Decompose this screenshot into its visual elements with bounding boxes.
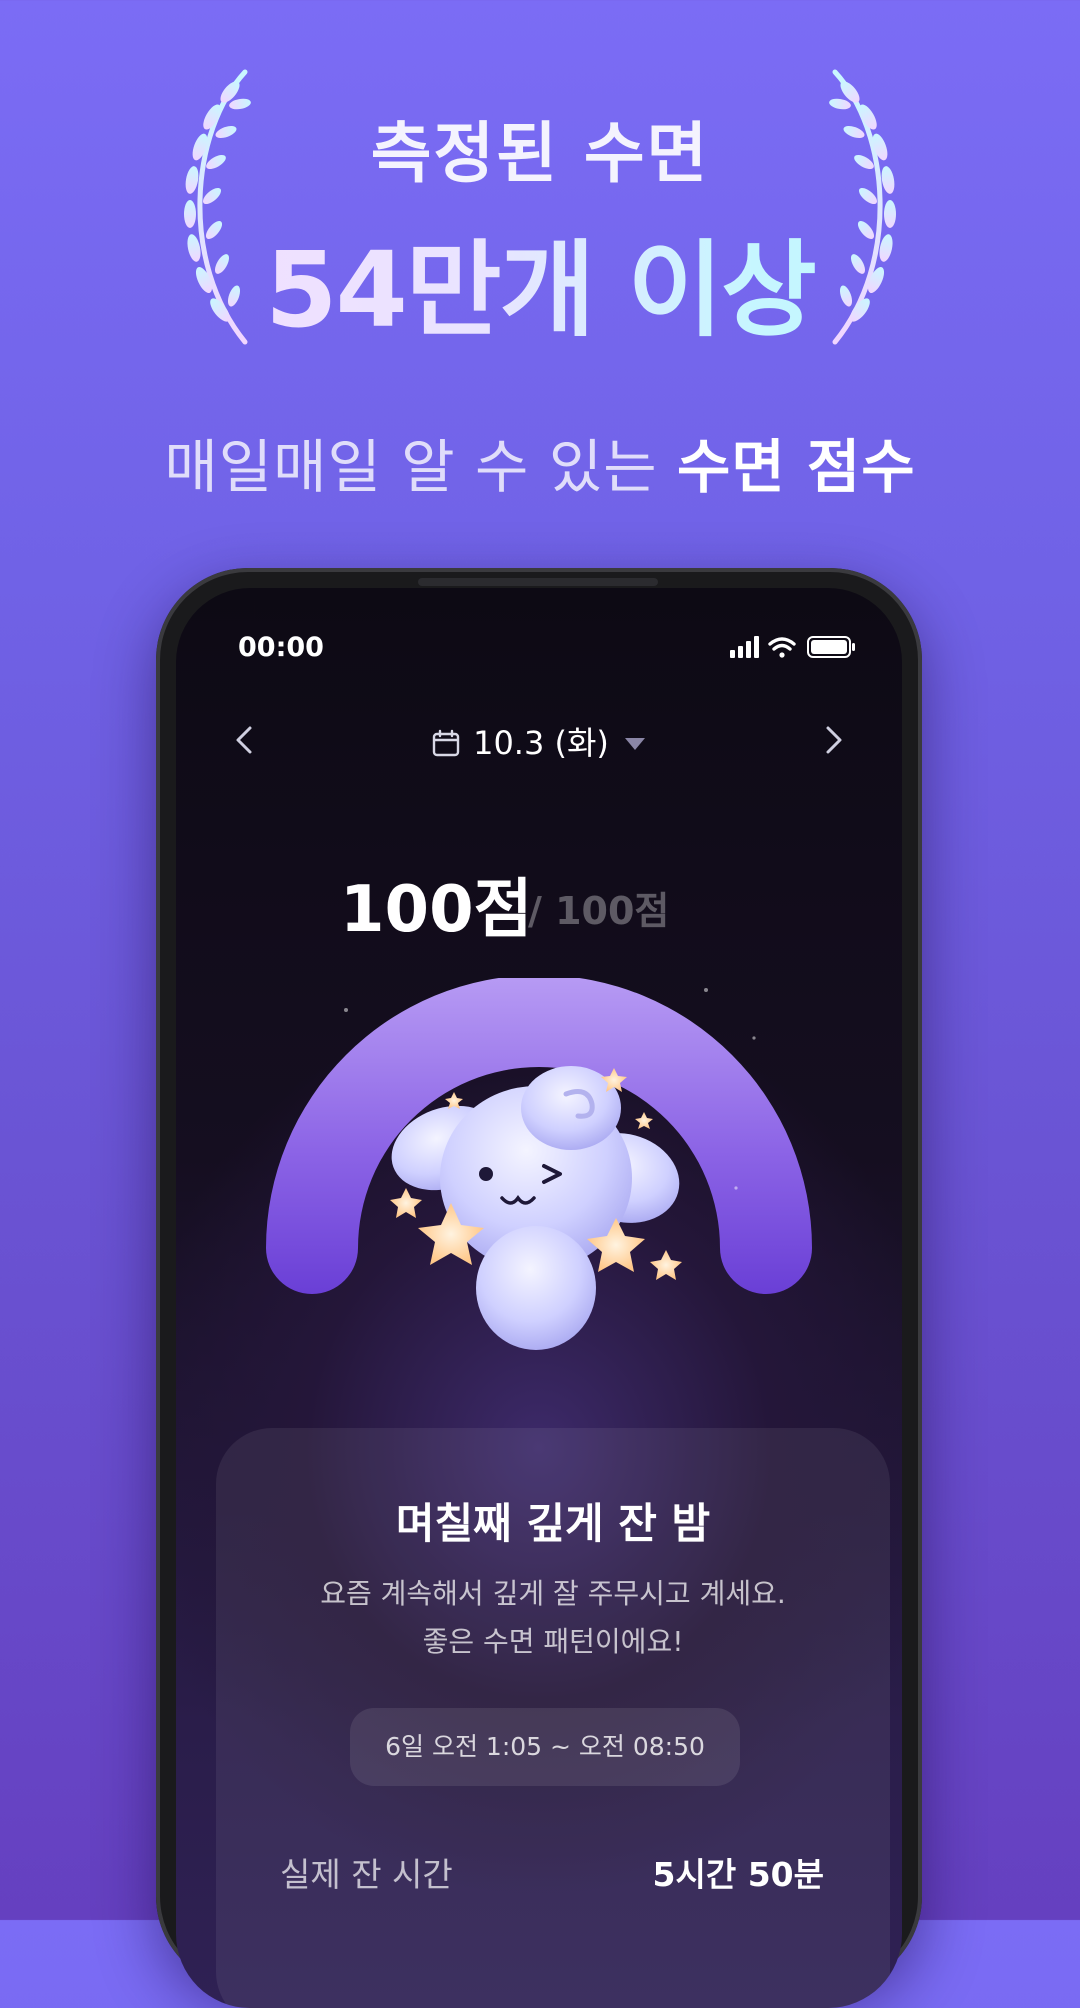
status-icons — [730, 636, 855, 658]
sleep-summary-card: 며칠째 깊게 잔 밤 요즘 계속해서 깊게 잘 주무시고 계세요. 좋은 수면 … — [216, 1428, 890, 2008]
score-value: 100점 — [340, 873, 533, 947]
promo-tagline: 매일매일 알 수 있는 수면 점수 — [0, 420, 1080, 504]
sleep-time-range: 6일 오전 1:05 ~ 오전 08:50 — [350, 1708, 740, 1786]
signal-icon — [730, 636, 759, 658]
mascot-illustration — [390, 1066, 682, 1350]
phone-speaker — [418, 578, 658, 586]
dropdown-triangle-icon — [624, 738, 645, 750]
score-total: / 100점 — [528, 889, 670, 933]
tagline-emphasis: 수면 점수 — [677, 433, 916, 501]
wifi-icon — [768, 637, 796, 658]
date-selector[interactable]: 10.3 (화) — [176, 718, 902, 764]
chevron-right-icon[interactable] — [814, 720, 854, 760]
date-label: 10.3 (화) — [473, 724, 609, 762]
card-description-line2: 좋은 수면 패턴이에요! — [422, 1625, 684, 1658]
actual-sleep-row: 실제 잔 시간 5시간 50분 — [216, 1838, 890, 1898]
actual-sleep-value: 5시간 50분 — [652, 1855, 824, 1894]
promo-header: 측정된 수면 54만개 이상 매일매일 알 수 있는 수면 점수 — [0, 0, 1080, 501]
card-title: 며칠째 깊게 잔 밤 — [395, 1499, 711, 1548]
card-description-line1: 요즘 계속해서 깊게 잘 주무시고 계세요. — [320, 1577, 786, 1610]
phone-screen: 00:00 10.3 (화) 100점 / 100점 며칠째 깊게 잔 밤 요즘… — [176, 588, 902, 2008]
phone-frame: 00:00 10.3 (화) 100점 / 100점 며칠째 깊게 잔 밤 요즘… — [156, 568, 922, 2008]
calendar-icon — [432, 729, 460, 757]
promo-title: 측정된 수면 — [370, 115, 710, 192]
tagline-prefix: 매일매일 알 수 있는 — [164, 433, 677, 501]
battery-icon — [807, 636, 855, 658]
status-time: 00:00 — [238, 632, 324, 663]
actual-sleep-label: 실제 잔 시간 — [280, 1855, 453, 1894]
status-bar: 00:00 — [176, 588, 902, 668]
card-description: 요즘 계속해서 깊게 잘 주무시고 계세요. 좋은 수면 패턴이에요! — [216, 1570, 890, 1666]
promo-count: 54만개 이상 — [0, 205, 1080, 356]
